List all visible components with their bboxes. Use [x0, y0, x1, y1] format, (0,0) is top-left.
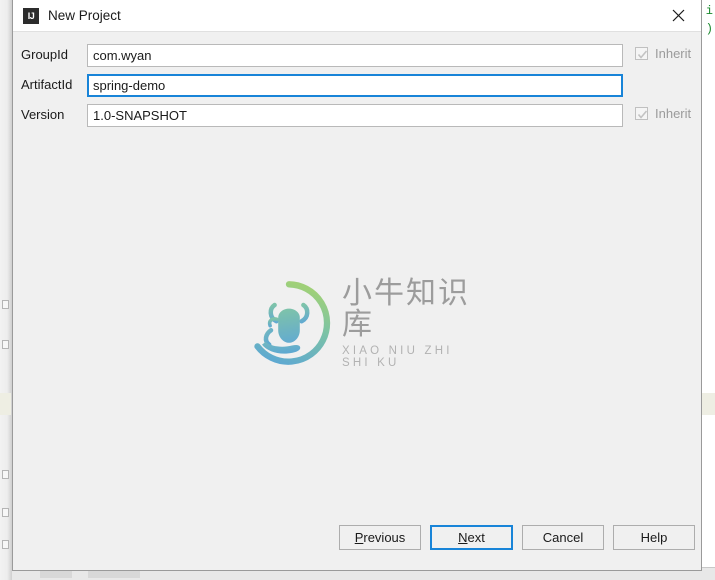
close-icon [672, 9, 685, 22]
background-left-fold-marker [2, 540, 9, 549]
groupid-input[interactable] [87, 44, 623, 67]
previous-button-label: revious [363, 530, 406, 545]
artifactid-label: ArtifactId [21, 77, 73, 92]
checkbox-checked-disabled-icon [635, 47, 648, 60]
dialog-titlebar: IJ New Project [13, 0, 701, 32]
ox-head-circle-logo-icon [254, 281, 331, 365]
watermark-chinese: 小牛知识库 [342, 275, 470, 342]
form-row-groupid: GroupId Inherit [13, 44, 701, 68]
watermark-pinyin: XIAO NIU ZHI SHI KU [342, 344, 453, 369]
background-left-highlight-row [0, 393, 11, 415]
dialog-title: New Project [48, 8, 121, 23]
cancel-button-label: Cancel [542, 530, 584, 545]
background-code-fragment: ) [705, 22, 713, 36]
previous-button-mnemonic: P [354, 530, 364, 545]
checkbox-checked-disabled-icon [635, 107, 648, 120]
background-left-fold-marker [2, 300, 9, 309]
version-inherit-label: Inherit [655, 106, 692, 121]
artifactid-input[interactable] [87, 74, 623, 97]
help-button[interactable]: Help [613, 525, 695, 550]
version-label: Version [21, 107, 65, 122]
dialog-button-bar: Previous Next Cancel Help [13, 516, 701, 570]
background-left-gutter [0, 0, 12, 580]
next-button-label: ext [467, 530, 485, 545]
background-code-fragment: i [705, 4, 713, 18]
help-button-label: Help [640, 530, 668, 545]
close-button[interactable] [656, 0, 701, 31]
new-project-dialog: IJ New Project GroupId Inherit [12, 0, 702, 571]
intellij-app-icon: IJ [23, 7, 39, 24]
version-input[interactable] [87, 104, 623, 127]
background-left-fold-marker [2, 470, 9, 479]
next-button-mnemonic: N [458, 530, 468, 545]
previous-button[interactable]: Previous [339, 525, 421, 550]
groupid-inherit-checkbox[interactable]: Inherit [635, 46, 691, 61]
next-button[interactable]: Next [430, 525, 513, 550]
cancel-button[interactable]: Cancel [522, 525, 604, 550]
background-left-fold-marker [2, 340, 9, 349]
groupid-inherit-label: Inherit [655, 46, 692, 61]
watermark: 小牛知识库 XIAO NIU ZHI SHI KU [244, 277, 478, 369]
form-row-artifactid: ArtifactId [13, 74, 701, 98]
form-row-version: Version Inherit [13, 104, 701, 128]
version-inherit-checkbox[interactable]: Inherit [635, 106, 691, 121]
project-coordinates-form: GroupId Inherit ArtifactId Version [13, 32, 701, 516]
background-left-fold-marker [2, 508, 9, 517]
groupid-label: GroupId [21, 47, 68, 62]
watermark-text: 小牛知识库 XIAO NIU ZHI SHI KU [342, 275, 478, 369]
